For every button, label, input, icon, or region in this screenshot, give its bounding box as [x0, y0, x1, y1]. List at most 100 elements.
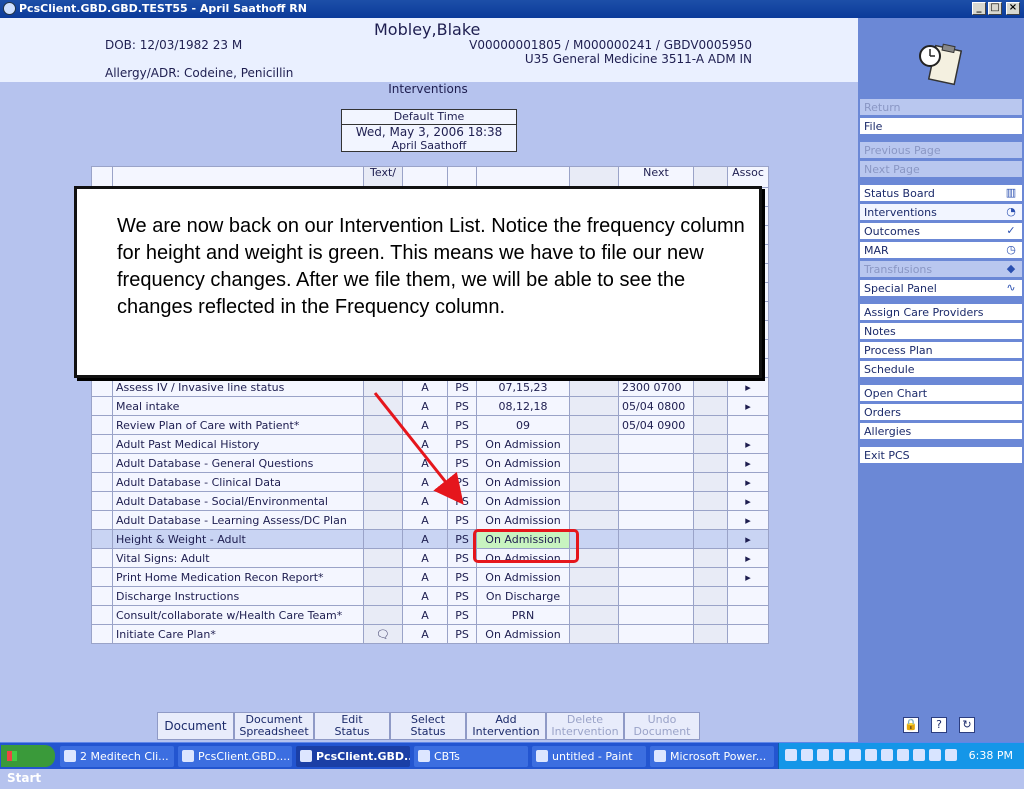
col-text: Text/ [363, 166, 403, 188]
assoc-arrow[interactable]: ▸ [727, 529, 769, 549]
document-spreadsheet-button[interactable]: Document Spreadsheet [234, 712, 314, 740]
table-row[interactable]: Adult Database - Learning Assess/DC Plan… [91, 510, 769, 530]
sidebar-item-previous-page[interactable]: Previous Page [860, 142, 1022, 159]
patient-ids: V00000001805 / M000000241 / GBDV0005950 [469, 38, 752, 52]
sidebar-item-exit-pcs[interactable]: Exit PCS [860, 447, 1022, 464]
edit-status-button[interactable]: Edit Status [314, 712, 390, 740]
tray-icon[interactable] [849, 749, 861, 761]
assoc-arrow[interactable]: ▸ [727, 567, 769, 587]
assoc-arrow[interactable]: ▸ [727, 434, 769, 454]
patient-name: Mobley,Blake [374, 20, 481, 39]
tray-icon[interactable] [785, 749, 797, 761]
col-frequency [476, 166, 570, 188]
assoc-arrow[interactable]: ▸ [727, 472, 769, 492]
table-row[interactable]: Adult Database - Clinical Data A PS On Admi… [91, 472, 769, 492]
tutorial-callout: We are now back on our Intervention List… [74, 186, 762, 378]
sidebar-item-return[interactable]: Return [860, 99, 1022, 116]
delete-intervention-button[interactable]: Delete Intervention [546, 712, 624, 740]
sidebar-item-orders[interactable]: Orders [860, 404, 1022, 421]
taskbar-item[interactable]: untitled - Paint [532, 746, 646, 767]
table-row[interactable]: Vital Signs: Adult A PS On Admission ▸ [91, 548, 769, 568]
add-intervention-button[interactable]: Add Intervention [466, 712, 546, 740]
table-row[interactable]: Meal intake A PS 08,12,18 05/04 0800 ▸ [91, 396, 769, 416]
table-row[interactable]: Adult Database - Social/Environmental A PS… [91, 491, 769, 511]
tray-icon[interactable] [865, 749, 877, 761]
sidebar-item-process-plan[interactable]: Process Plan [860, 342, 1022, 359]
sidebar-item-outcomes[interactable]: Outcomes ✓ [860, 223, 1022, 240]
assoc-arrow[interactable]: ▸ [727, 491, 769, 511]
sidebar-item-assign-care-providers[interactable]: Assign Care Providers [860, 304, 1022, 321]
highlight-box [473, 529, 579, 563]
table-row[interactable]: Review Plan of Care with Patient* A PS 09 05… [91, 415, 769, 435]
default-time-label: Default Time [342, 110, 516, 125]
assoc-arrow[interactable]: ▸ [727, 396, 769, 416]
sidebar-item-allergies[interactable]: Allergies [860, 423, 1022, 440]
folder-icon [418, 750, 430, 762]
taskbar-item[interactable]: CBTs [414, 746, 528, 767]
table-header: Text/ Next Assoc [91, 166, 769, 188]
document-button[interactable]: Document [157, 712, 234, 740]
tray-icon[interactable] [833, 749, 845, 761]
restore-button[interactable]: □ [988, 2, 1002, 15]
taskbar: Start 2 Meditech Cli... PcsClient.GBD...… [0, 742, 1024, 785]
table-row[interactable]: Consult/collaborate w/Health Care Team* A… [91, 605, 769, 625]
table-row[interactable]: Discharge Instructions A PS On Discharge [91, 586, 769, 606]
assoc-arrow[interactable] [727, 415, 769, 435]
sidebar-item-interventions[interactable]: Interventions ◔ [860, 204, 1022, 221]
assoc-arrow[interactable] [727, 624, 769, 644]
assoc-arrow[interactable]: ▸ [727, 548, 769, 568]
help-icon[interactable]: ? [931, 717, 947, 733]
sidebar-item-schedule[interactable]: Schedule [860, 361, 1022, 378]
title-bar: PcsClient.GBD.GBD.TEST55 - April Saathof… [0, 0, 1024, 18]
taskbar-item[interactable]: 2 Meditech Cli... [60, 746, 174, 767]
sidebar-item-open-chart[interactable]: Open Chart [860, 385, 1022, 402]
taskbar-item-active[interactable]: PcsClient.GBD... [296, 746, 410, 767]
default-time-box[interactable]: Default Time Wed, May 3, 2006 18:38 Apri… [341, 109, 517, 152]
refresh-icon[interactable]: ↻ [959, 717, 975, 733]
assoc-arrow[interactable]: ▸ [727, 453, 769, 473]
patient-dob: DOB: 12/03/1982 23 M [105, 38, 243, 52]
sidebar-item-status-board[interactable]: Status Board ▥ [860, 185, 1022, 202]
table-row[interactable]: Adult Past Medical History A PS On Admissio… [91, 434, 769, 454]
sidebar-item-mar[interactable]: MAR ◷ [860, 242, 1022, 259]
tray-icon[interactable] [913, 749, 925, 761]
table-row[interactable]: Initiate Care Plan* 🗨 A PS On Admission [91, 624, 769, 644]
start-button[interactable]: Start [1, 745, 55, 785]
tray-icon[interactable] [929, 749, 941, 761]
assoc-arrow[interactable] [727, 605, 769, 625]
col-assoc: Assoc [727, 166, 769, 188]
tray-icon[interactable] [817, 749, 829, 761]
tray-icon[interactable] [945, 749, 957, 761]
table-row[interactable]: Print Home Medication Recon Report* A PS On… [91, 567, 769, 587]
select-status-button[interactable]: Select Status [390, 712, 466, 740]
text-note-icon[interactable]: 🗨 [363, 624, 403, 644]
book-icon: ▥ [1005, 186, 1017, 199]
col-next: Next [618, 166, 694, 188]
sidebar-item-transfusions[interactable]: Transfusions ◆ [860, 261, 1022, 278]
tray-icon[interactable] [801, 749, 813, 761]
tray-icon[interactable] [881, 749, 893, 761]
assoc-arrow[interactable]: ▸ [727, 377, 769, 397]
sidebar-item-next-page[interactable]: Next Page [860, 161, 1022, 178]
sidebar-item-special-panel[interactable]: Special Panel ∿ [860, 280, 1022, 297]
table-row[interactable]: Assess IV / Invasive line status A PS 07,15… [91, 377, 769, 397]
assoc-arrow[interactable]: ▸ [727, 510, 769, 530]
table-row[interactable]: Adult Database - General Questions A PS On … [91, 453, 769, 473]
clock: 6:38 PM [968, 749, 1013, 762]
taskbar-item[interactable]: Microsoft Power... [650, 746, 774, 767]
sidebar-item-file[interactable]: File [860, 118, 1022, 135]
lock-icon[interactable]: 🔒 [903, 717, 919, 733]
close-button[interactable]: × [1006, 2, 1020, 15]
check-icon: ✓ [1006, 224, 1016, 237]
table-row-selected[interactable]: Height & Weight - Adult A PS On Admission ▸ [91, 529, 769, 549]
default-time-user: April Saathoff [391, 139, 467, 152]
windows-logo-icon [7, 751, 17, 761]
undo-document-button[interactable]: Undo Document [624, 712, 700, 740]
section-title: Interventions [388, 82, 468, 96]
tray-icon[interactable] [897, 749, 909, 761]
sidebar-item-notes[interactable]: Notes [860, 323, 1022, 340]
minimize-button[interactable]: _ [972, 2, 986, 15]
paint-icon [536, 750, 548, 762]
assoc-arrow[interactable] [727, 586, 769, 606]
taskbar-item[interactable]: PcsClient.GBD.... [178, 746, 292, 767]
